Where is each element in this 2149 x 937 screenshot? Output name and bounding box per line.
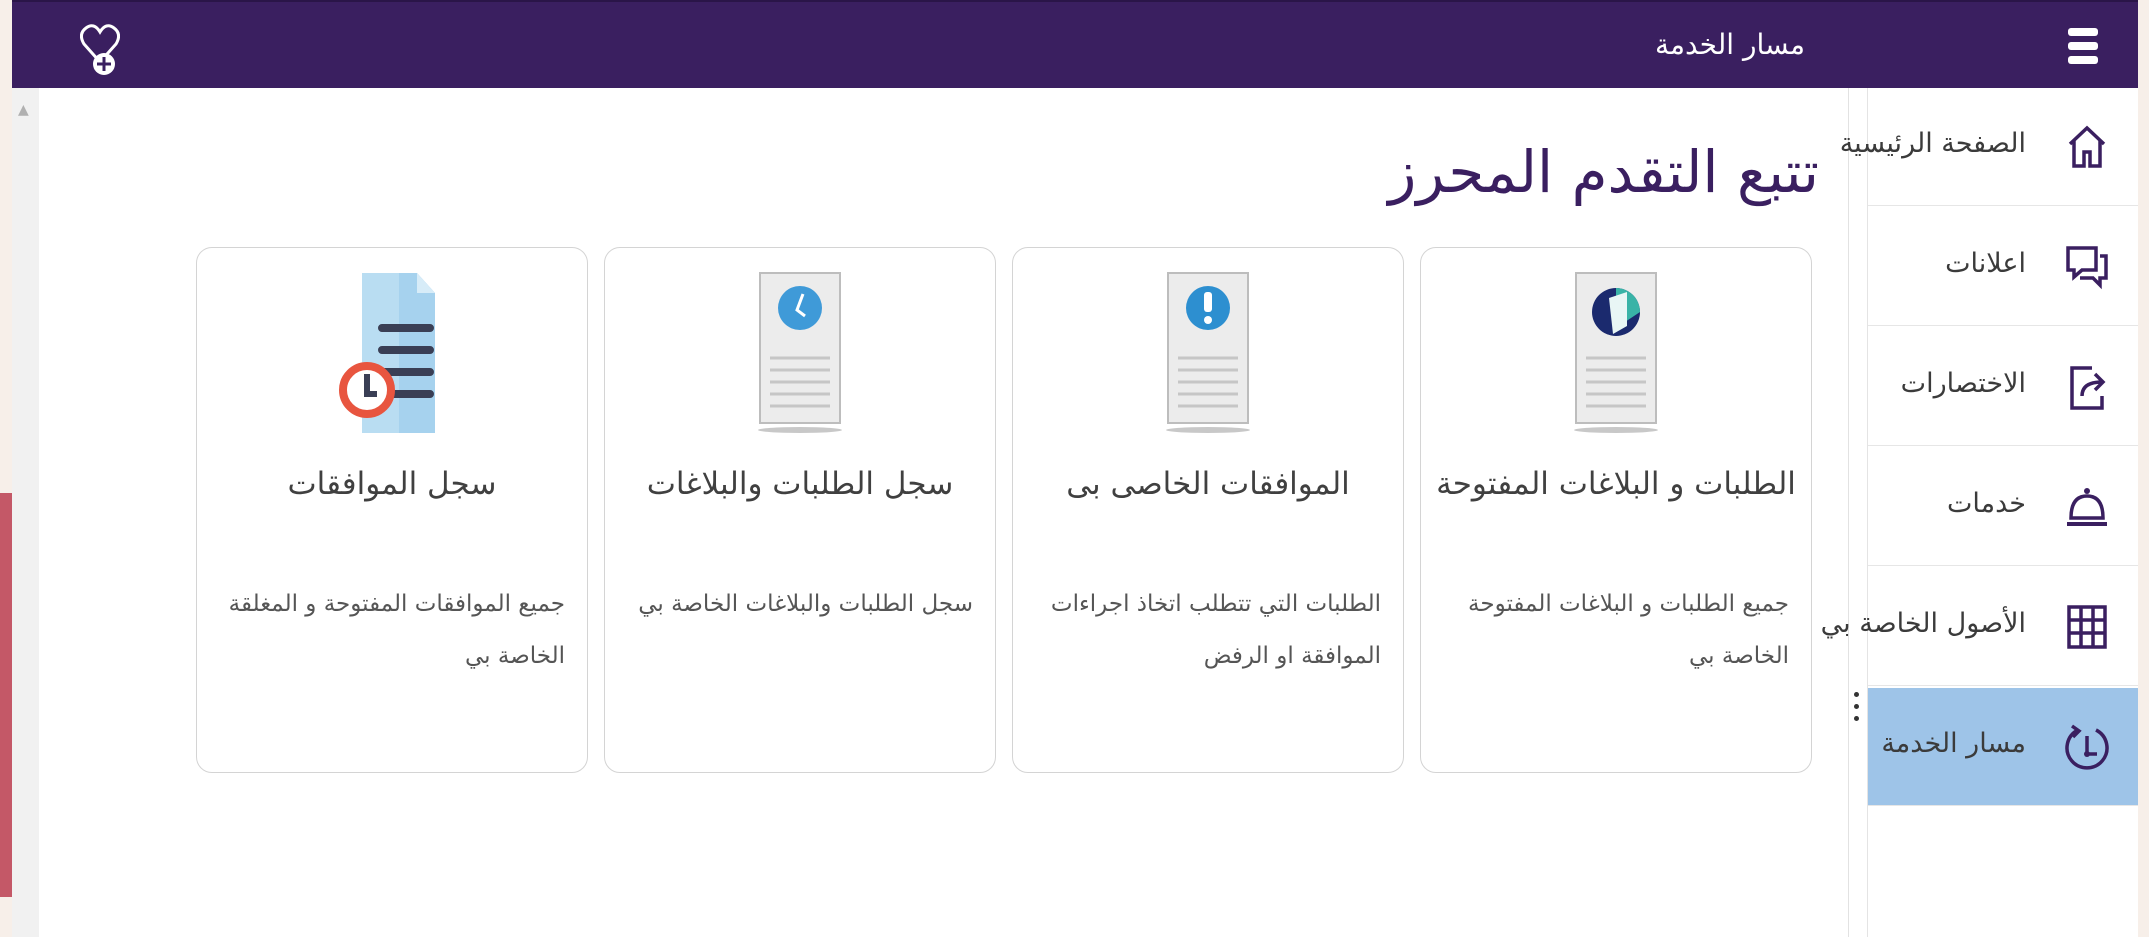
sidebar-resize-handle[interactable] (1853, 692, 1861, 736)
sidebar-item-label: الأصول الخاصة بي (1820, 608, 2026, 639)
sidebar-item-label: الصفحة الرئيسية (1839, 128, 2026, 159)
sidebar-item-label: اعلانات (1945, 248, 2026, 279)
menu-icon[interactable] (2034, 20, 2124, 80)
sidebar-item-home[interactable]: الصفحة الرئيسية (1840, 88, 2138, 206)
card-description: جميع الطلبات و البلاغات المفتوحة الخاصة … (1468, 591, 1789, 669)
sidebar-item-label: الاختصارات (1900, 368, 2026, 399)
card-description: سجل الطلبات والبلاغات الخاصة بي (638, 591, 973, 617)
sidebar-item-my-assets[interactable]: الأصول الخاصة بي (1821, 568, 2138, 686)
card-title: سجل الطلبات والبلاغات (646, 466, 954, 502)
card-title: سجل الموافقات (287, 466, 497, 502)
card-requests-history[interactable]: سجل الطلبات والبلاغات سجل الطلبات والبلا… (604, 247, 996, 773)
page-title: تتبع التقدم المحرز (1388, 138, 1819, 206)
service-bell-icon (2062, 482, 2112, 532)
card-title: الموافقات الخاصى بى (1066, 466, 1350, 502)
approvals-alert-document-icon (1153, 268, 1263, 440)
card-description: جميع الموافقات المفتوحة و المغلقة الخاصة… (228, 591, 565, 669)
scroll-track[interactable]: ▲ (12, 88, 39, 937)
sidebar-item-service-path[interactable]: مسار الخدمة (1868, 688, 2138, 806)
card-title: الطلبات و البلاغات المفتوحة (1436, 466, 1796, 502)
card-approvals-log[interactable]: سجل الموافقات جميع الموافقات المفتوحة و … (196, 247, 588, 773)
divider (1848, 88, 1849, 937)
shortcut-icon (2062, 362, 2112, 412)
sidebar-item-label: خدمات (1947, 488, 2026, 519)
card-my-approvals[interactable]: الموافقات الخاصى بى الطلبات التي تتطلب ا… (1012, 247, 1404, 773)
grid-icon (2062, 602, 2112, 652)
scroll-up-icon[interactable]: ▲ (18, 102, 29, 118)
open-requests-document-icon (1561, 268, 1671, 440)
sidebar-item-shortcuts[interactable]: الاختصارات (1868, 328, 2138, 446)
history-clock-document-icon (745, 268, 855, 440)
card-description: الطلبات التي تتطلب اتخاذ اجراءات الموافق… (1050, 591, 1381, 669)
sidebar-item-services[interactable]: خدمات (1868, 448, 2138, 566)
card-open-requests[interactable]: الطلبات و البلاغات المفتوحة جميع الطلبات… (1420, 247, 1812, 773)
heart-plus-icon[interactable] (79, 22, 121, 80)
header-title: مسار الخدمة (1654, 28, 1805, 61)
side-tab-strip[interactable] (0, 493, 12, 897)
home-icon (2062, 122, 2112, 172)
sidebar-item-label: مسار الخدمة (1881, 728, 2026, 759)
chat-bubbles-icon (2062, 242, 2112, 292)
sidebar-item-announcements[interactable]: اعلانات (1868, 208, 2138, 326)
service-path-icon (2062, 722, 2112, 772)
approval-log-document-icon (337, 268, 447, 440)
sidebar: الصفحة الرئيسية اعلانات الاختصارات خدمات… (1821, 88, 2138, 937)
top-bar: مسار الخدمة (12, 0, 2138, 88)
